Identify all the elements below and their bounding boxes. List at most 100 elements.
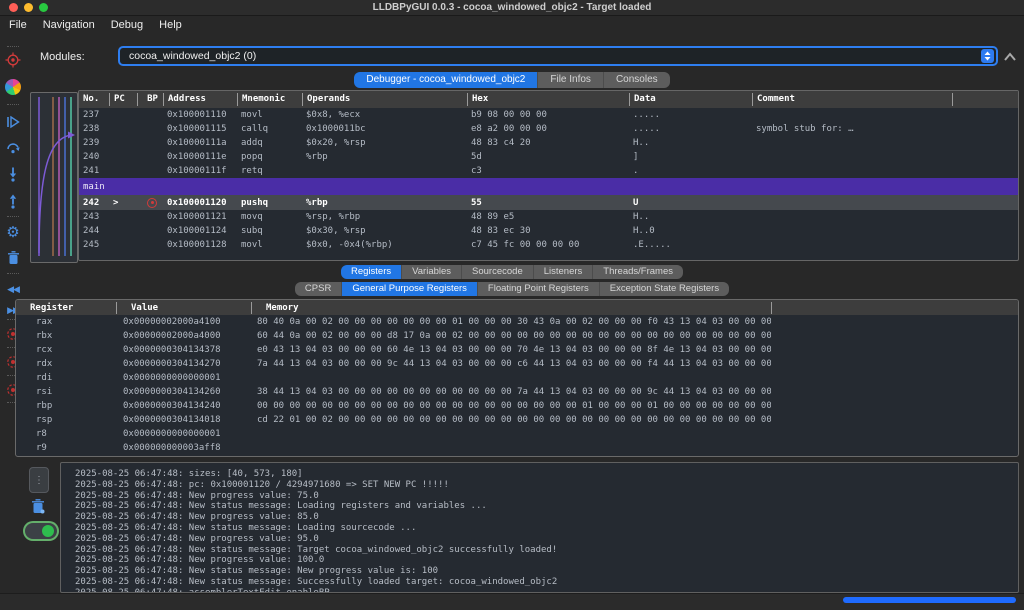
tab-registers[interactable]: Registers: [341, 265, 401, 279]
tab-general-purpose-registers[interactable]: General Purpose Registers: [341, 282, 477, 296]
register-row[interactable]: r90x000000000003aff8: [16, 441, 1018, 455]
cell-pc: >: [109, 198, 137, 208]
branch-lines-icon: [31, 93, 75, 260]
disassembly-row[interactable]: 2410x10000111fretqc3.: [79, 164, 1018, 178]
cell-data: ]: [629, 152, 752, 162]
toggle-knob: [42, 525, 54, 537]
tab-variables[interactable]: Variables: [401, 265, 461, 279]
cell-operands: $0x20, %rsp: [302, 138, 467, 148]
disassembly-row[interactable]: 2440x100001124subq$0x30, %rsp48 83 ec 30…: [79, 224, 1018, 238]
modules-selected-value: cocoa_windowed_objc2 (0): [120, 50, 981, 62]
cell-comment: symbol stub for: …: [752, 124, 952, 134]
menu-item-navigation[interactable]: Navigation: [43, 19, 95, 31]
tab-file-infos[interactable]: File Infos: [537, 72, 603, 88]
cell-no: 244: [79, 226, 109, 236]
menu-item-help[interactable]: Help: [159, 19, 182, 31]
settings-button[interactable]: ⚙: [3, 222, 23, 242]
column-header-hex: Hex: [467, 93, 629, 106]
progress-bar: [843, 597, 1016, 603]
log-line: 2025-08-25 06:47:48: sizes: [40, 573, 18…: [75, 469, 1018, 480]
tab-exception-state-registers[interactable]: Exception State Registers: [599, 282, 729, 296]
tab-floating-point-registers[interactable]: Floating Point Registers: [477, 282, 599, 296]
trash-icon: [6, 250, 21, 266]
cell-no: 245: [79, 240, 109, 250]
cell-memory: 38 44 13 04 03 00 00 00 00 00 00 00 00 0…: [251, 387, 771, 397]
cell-bp[interactable]: [137, 198, 163, 208]
cell-mnemonic: subq: [237, 226, 302, 236]
disassembly-row[interactable]: 242>0x100001120pushq%rbp55U: [79, 195, 1018, 210]
register-row[interactable]: rbx0x00000002000a400060 44 0a 00 02 00 0…: [16, 329, 1018, 343]
log-line: 2025-08-25 06:47:48: New progress value:…: [75, 512, 1018, 523]
panel-tab-bar: RegistersVariablesSourcecodeListenersThr…: [0, 265, 1024, 279]
disassembly-row[interactable]: 2450x100001128movl$0x0, -0x4(%rbp)c7 45 …: [79, 238, 1018, 252]
continue-button[interactable]: [3, 112, 23, 132]
cell-hex: b9 08 00 00 00: [467, 110, 629, 120]
ellipsis-icon: ⋮: [34, 475, 44, 486]
log-more-button[interactable]: ⋮: [29, 467, 49, 493]
register-row[interactable]: rcx0x0000000304134378e0 43 13 04 03 00 0…: [16, 343, 1018, 357]
cell-hex: 55: [467, 198, 629, 208]
cell-operands: %rbp: [302, 198, 467, 208]
log-output[interactable]: 2025-08-25 06:47:48: sizes: [40, 573, 18…: [60, 462, 1019, 593]
tab-cpsr[interactable]: CPSR: [295, 282, 341, 296]
menu-item-debug[interactable]: Debug: [111, 19, 143, 31]
cell-mnemonic: callq: [237, 124, 302, 134]
tab-listeners[interactable]: Listeners: [533, 265, 593, 279]
cell-value: 0x0000000304134240: [116, 401, 251, 411]
tab-threads-frames[interactable]: Threads/Frames: [592, 265, 683, 279]
register-row[interactable]: rsp0x0000000304134018cd 22 01 00 02 00 0…: [16, 413, 1018, 427]
register-row[interactable]: rbp0x000000030413424000 00 00 00 00 00 0…: [16, 399, 1018, 413]
chevron-up-icon: [1003, 51, 1017, 63]
tab-consoles[interactable]: Consoles: [603, 72, 670, 88]
section-row[interactable]: main: [79, 178, 1018, 195]
register-row[interactable]: rdi0x0000000000000001: [16, 371, 1018, 385]
cell-hex: 5d: [467, 152, 629, 162]
up-down-arrows-icon: [984, 51, 991, 61]
cell-register: rbx: [16, 331, 116, 341]
cell-no: 242: [79, 198, 109, 208]
tab-sourcecode[interactable]: Sourcecode: [461, 265, 533, 279]
cell-register: rcx: [16, 345, 116, 355]
log-line: 2025-08-25 06:47:48: New progress value:…: [75, 491, 1018, 502]
combobox-stepper-icon[interactable]: [981, 49, 994, 63]
cell-no: 239: [79, 138, 109, 148]
modules-combobox[interactable]: cocoa_windowed_objc2 (0): [118, 46, 998, 66]
menubar: File Navigation Debug Help: [0, 16, 1024, 33]
disassembly-row[interactable]: 2390x10000111aaddq$0x20, %rsp48 83 c4 20…: [79, 136, 1018, 150]
column-header-pc: PC: [109, 93, 137, 106]
step-into-button[interactable]: [3, 164, 23, 184]
disassembly-table[interactable]: No.PCBPAddressMnemonicOperandsHexDataCom…: [78, 90, 1019, 261]
disassembly-row[interactable]: 2430x100001121movq%rsp, %rbp48 89 e5H..: [79, 210, 1018, 224]
cell-register: r8: [16, 429, 116, 439]
cell-mnemonic: retq: [237, 166, 302, 176]
disassembly-row[interactable]: 2380x100001115callq0x1000011bce8 a2 00 0…: [79, 122, 1018, 136]
register-row[interactable]: rsi0x000000030413426038 44 13 04 03 00 0…: [16, 385, 1018, 399]
cell-data: H..: [629, 138, 752, 148]
column-header-comment: Comment: [752, 93, 952, 106]
titlebar: LLDBPyGUI 0.0.3 - cocoa_windowed_objc2 -…: [0, 0, 1024, 16]
register-row[interactable]: rdx0x00000003041342707a 44 13 04 03 00 0…: [16, 357, 1018, 371]
step-over-button[interactable]: [3, 137, 23, 157]
cell-value: 0x0000000304134260: [116, 387, 251, 397]
toolbar-separator: [7, 104, 19, 105]
cell-operands: %rsp, %rbp: [302, 212, 467, 222]
main-tab-bar: Debugger - cocoa_windowed_objc2File Info…: [0, 72, 1024, 88]
disassembly-row[interactable]: 2370x100001110movl$0x8, %ecxb9 08 00 00 …: [79, 108, 1018, 122]
registers-table[interactable]: RegisterValueMemory rax0x00000002000a410…: [15, 299, 1019, 457]
step-out-button[interactable]: [3, 191, 23, 211]
clear-log-button[interactable]: [28, 496, 48, 516]
set-breakpoint-target-icon[interactable]: [3, 50, 23, 70]
register-row[interactable]: rax0x00000002000a410080 40 0a 00 02 00 0…: [16, 315, 1018, 329]
cell-operands: $0x30, %rsp: [302, 226, 467, 236]
log-line: 2025-08-25 06:47:48: pc: 0x100001120 / 4…: [75, 480, 1018, 491]
collapse-modules-button[interactable]: [1003, 50, 1017, 62]
trash-icon: [30, 498, 46, 515]
cell-mnemonic: movl: [237, 240, 302, 250]
cell-hex: 48 89 e5: [467, 212, 629, 222]
disassembly-row[interactable]: 2400x10000111epopq%rbp5d]: [79, 150, 1018, 164]
register-row[interactable]: r80x0000000000000001: [16, 427, 1018, 441]
menu-item-file[interactable]: File: [9, 19, 27, 31]
log-enabled-toggle[interactable]: [25, 523, 57, 539]
cell-address: 0x100001124: [163, 226, 237, 236]
tab-debugger-cocoa-windowed-objc2[interactable]: Debugger - cocoa_windowed_objc2: [354, 72, 537, 88]
